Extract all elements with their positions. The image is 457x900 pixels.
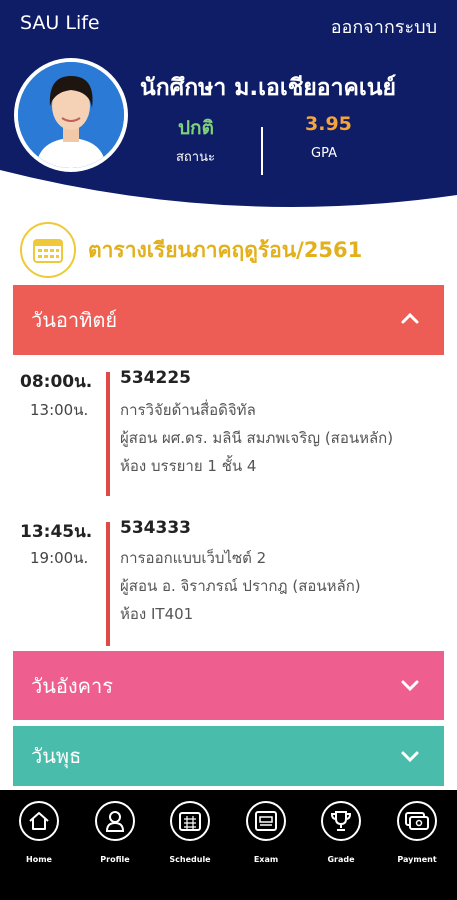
class-start-time: 13:45น. [20,522,93,542]
student-name: นักศึกษา ม.เอเชียอาคเนย์ [140,75,396,101]
course-name: การวิจัยด้านสื่อดิจิทัล [120,401,256,419]
class-start-time: 08:00น. [20,372,93,392]
day-header-wednesday[interactable]: วันพุธ [13,726,444,786]
class-end-time: 13:00น. [30,401,89,419]
nav-label: Profile [100,855,130,864]
app-title: SAU Life [20,12,100,34]
course-name: การออกแบบเว็บไซต์ 2 [120,549,267,567]
day-label: วันอังคาร [31,673,114,698]
stat-divider [261,127,263,175]
student-photo [18,62,124,168]
exam-icon [246,801,286,841]
nav-label: Payment [397,855,437,864]
chevron-down-icon [401,680,419,692]
day-label: วันอาทิตย์ [31,308,118,332]
class-timeline-bar [106,522,110,646]
course-code: 534333 [120,518,191,538]
nav-label: Exam [253,855,279,864]
day-header-sunday[interactable]: วันอาทิตย์ [13,285,444,355]
class-timeline-bar [106,372,110,496]
status-value: ปกติ [178,117,214,139]
course-room: ห้อง IT401 [120,605,194,623]
nav-label: Home [26,855,52,864]
day-header-tuesday[interactable]: วันอังคาร [13,651,444,720]
logout-button[interactable]: ออกจากระบบ [331,12,437,41]
nav-home[interactable]: Home [9,801,69,864]
calendar-icon [20,222,76,278]
schedule-title: ตารางเรียนภาคฤดูร้อน/2561 [88,238,363,262]
bottom-navigation: Home Profile Schedule Exam Grade Payment [0,790,457,900]
chevron-up-icon [401,312,419,324]
schedule-icon [170,801,210,841]
nav-exam[interactable]: Exam [236,801,296,864]
nav-payment[interactable]: Payment [387,801,447,864]
nav-grade[interactable]: Grade [311,801,371,864]
trophy-icon [321,801,361,841]
nav-label: Schedule [169,855,211,864]
profile-header: SAU Life ออกจากระบบ นักศึกษา ม.เอเชียอาค… [0,0,457,215]
course-instructor: ผู้สอน อ. จิราภรณ์ ปรากฎ (สอนหลัก) [120,577,361,595]
payment-icon [397,801,437,841]
home-icon [19,801,59,841]
day-label: วันพุธ [31,744,82,768]
gpa-value: 3.95 [305,113,352,135]
profile-icon [95,801,135,841]
course-room: ห้อง บรรยาย 1 ชั้น 4 [120,457,257,475]
chevron-down-icon [401,751,419,763]
avatar[interactable] [14,58,128,172]
nav-label: Grade [327,855,355,864]
class-end-time: 19:00น. [30,549,89,567]
gpa-label: GPA [311,146,337,161]
status-label: สถานะ [176,150,215,165]
nav-profile[interactable]: Profile [85,801,145,864]
course-code: 534225 [120,368,191,388]
course-instructor: ผู้สอน ผศ.ดร. มลินี สมภพเจริญ (สอนหลัก) [120,429,394,447]
nav-schedule[interactable]: Schedule [160,801,220,864]
